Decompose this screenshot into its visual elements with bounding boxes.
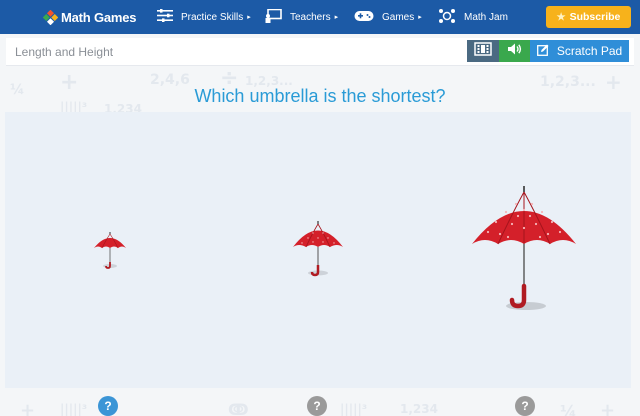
nav-label: Math Jam xyxy=(464,11,508,23)
audio-button[interactable] xyxy=(499,40,530,62)
question-text: Which umbrella is the shortest? xyxy=(194,86,446,106)
nav-label: Practice Skills xyxy=(181,11,244,23)
nav-practice-skills[interactable]: Practice Skills ▸ xyxy=(157,0,251,34)
umbrella-option-small[interactable] xyxy=(90,228,130,272)
math-jam-icon xyxy=(438,8,456,27)
umbrella-option-large[interactable] xyxy=(466,182,582,314)
caret-right-icon: ▸ xyxy=(334,14,339,21)
star-icon: ★ xyxy=(556,11,566,23)
subscribe-button[interactable]: ★ Subscribe xyxy=(546,6,631,28)
caret-right-icon: ▸ xyxy=(418,14,422,21)
scratch-pad-label: Scratch Pad xyxy=(556,44,623,58)
edit-icon xyxy=(536,44,549,59)
caret-right-icon: ▸ xyxy=(247,14,251,21)
gamepad-icon xyxy=(354,10,374,25)
math-games-logo[interactable]: Math Games xyxy=(42,0,137,34)
answer-badge-large[interactable]: ? xyxy=(515,396,535,416)
nav-math-jam[interactable]: Math Jam xyxy=(438,0,508,34)
subscribe-label: Subscribe xyxy=(569,11,621,23)
skill-header: Length and Height Scratch Pad xyxy=(6,38,634,66)
logo-text: Math Games xyxy=(61,9,137,25)
nav-games[interactable]: Games ▸ xyxy=(354,0,422,34)
captions-icon xyxy=(474,41,492,61)
nav-label: Games xyxy=(382,11,415,23)
speaker-icon xyxy=(507,42,522,60)
scratch-pad-button[interactable]: Scratch Pad xyxy=(530,40,629,62)
answer-badge-small[interactable]: ? xyxy=(98,396,118,416)
top-navbar: Math Games Practice Skills ▸ Teachers ▸ xyxy=(0,0,640,34)
captions-button[interactable] xyxy=(467,40,499,62)
nav-teachers[interactable]: Teachers ▸ xyxy=(265,0,338,34)
answer-badge-medium[interactable]: ? xyxy=(307,396,327,416)
umbrella-option-medium[interactable] xyxy=(288,216,348,280)
presentation-icon xyxy=(265,8,282,26)
nav-label: Teachers xyxy=(290,11,331,23)
skill-title: Length and Height xyxy=(15,44,114,59)
logo-diamond-icon xyxy=(42,9,59,25)
sliders-icon xyxy=(157,9,173,25)
